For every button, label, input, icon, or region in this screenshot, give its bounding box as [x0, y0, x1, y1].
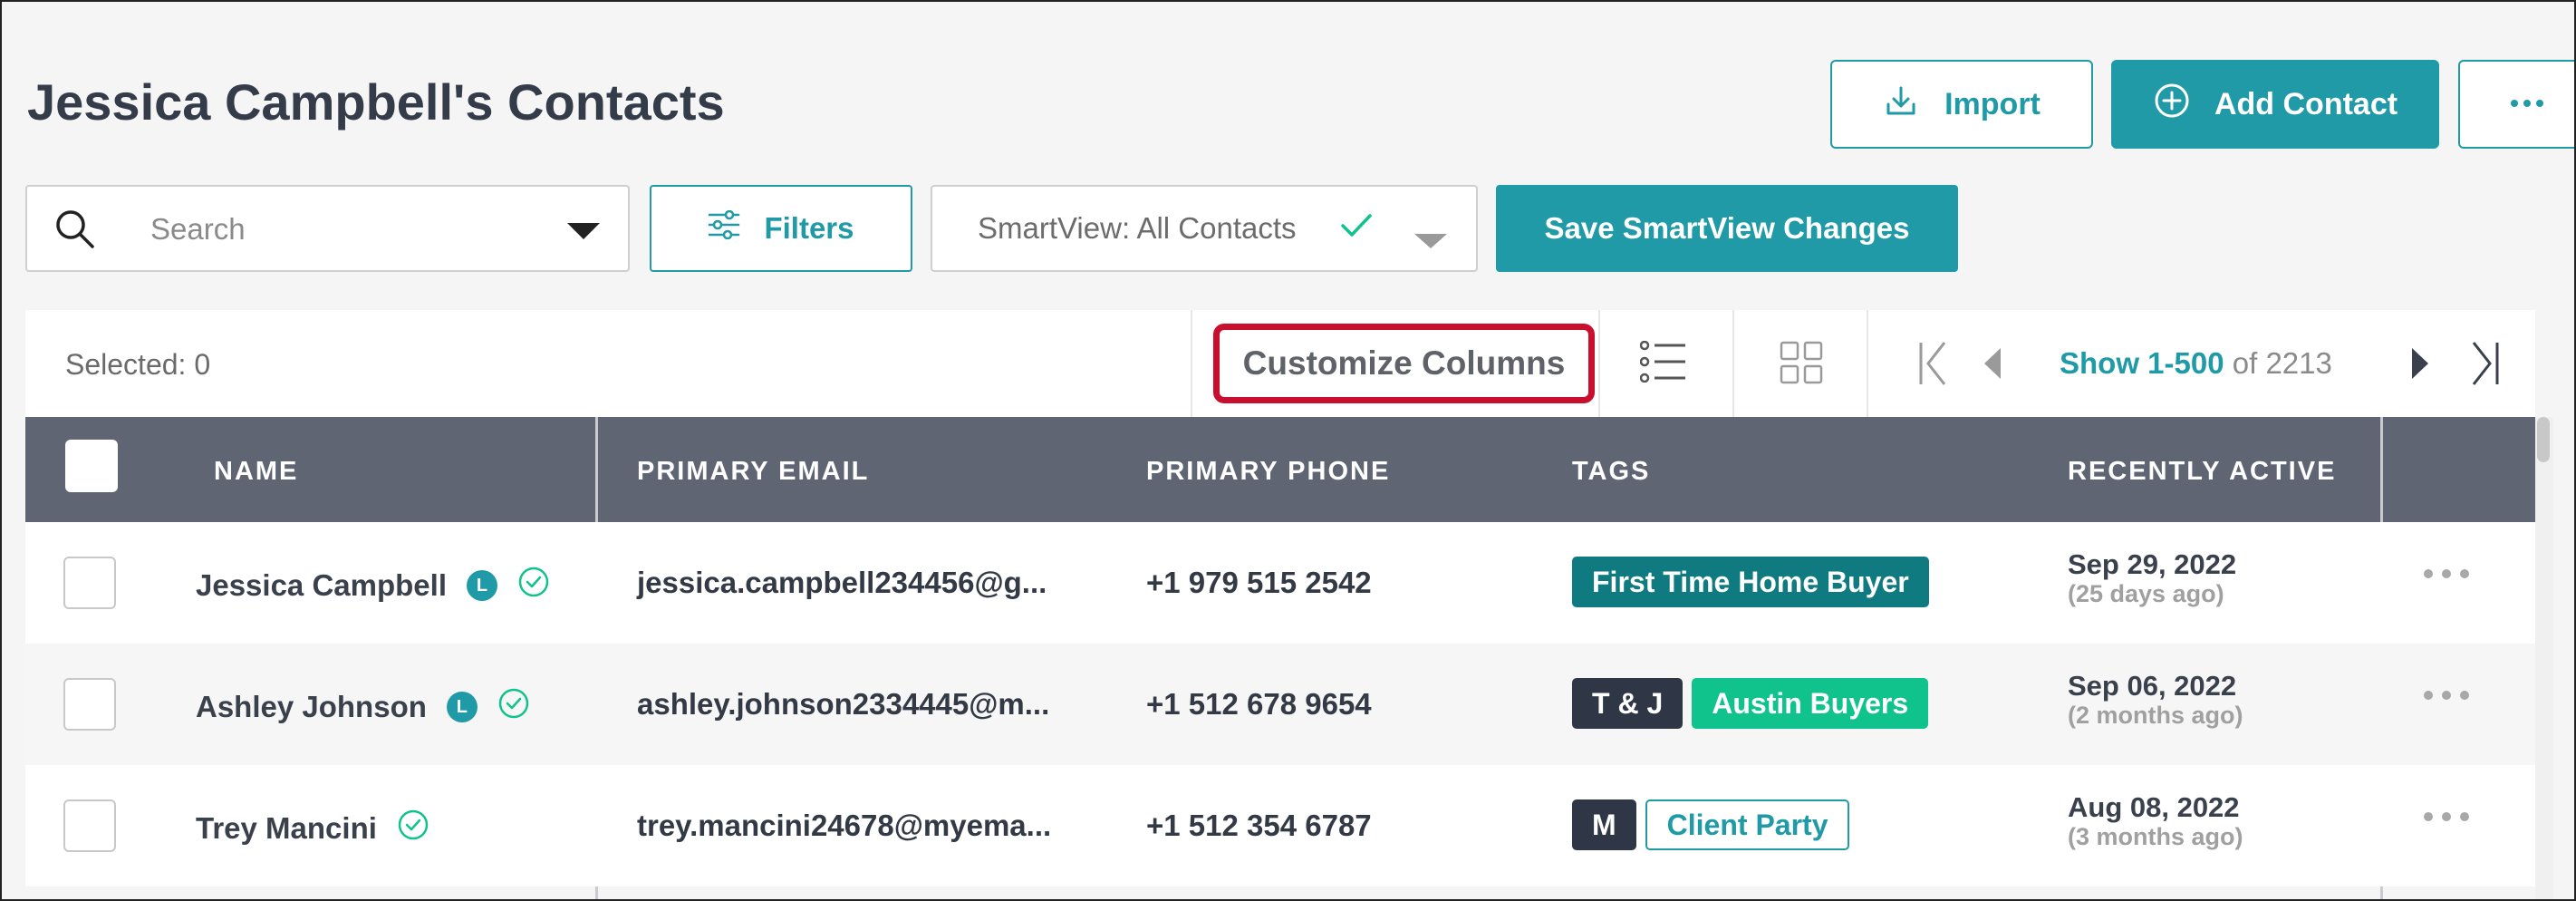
row-checkbox[interactable] — [63, 678, 116, 731]
table-body: Jessica Campbell Ljessica.campbell234456@… — [25, 522, 2535, 899]
recently-active-cell: Sep 29, 2022 (25 days ago) — [2068, 548, 2237, 608]
column-header-name[interactable]: NAME — [214, 457, 298, 487]
contact-email[interactable]: jessica.campbell234456@g... — [637, 566, 1047, 600]
last-page-icon[interactable] — [2468, 339, 2501, 392]
filter-sliders-icon — [708, 209, 740, 247]
filters-button[interactable]: Filters — [650, 185, 912, 272]
contact-tags: T & J Austin Buyers — [1572, 678, 1929, 729]
tag-badge[interactable]: T & J — [1572, 678, 1684, 729]
active-date: Sep 06, 2022 — [2068, 670, 2237, 702]
smartview-label: SmartView: All Contacts — [978, 211, 1297, 245]
save-smartview-label: Save SmartView Changes — [1544, 211, 1910, 245]
scroll-thumb[interactable] — [2537, 417, 2550, 462]
contact-name[interactable]: Ashley Johnson — [196, 690, 427, 724]
more-actions-button[interactable] — [2458, 60, 2574, 149]
search-icon — [53, 207, 98, 257]
row-actions-ellipsis-icon[interactable] — [2421, 567, 2472, 585]
select-all-checkbox[interactable] — [65, 440, 118, 492]
active-relative-time: (3 months ago) — [2068, 823, 2243, 850]
check-icon — [1340, 212, 1373, 247]
contact-phone[interactable]: +1 979 515 2542 — [1146, 566, 1372, 600]
customize-columns-button[interactable]: Customize Columns — [1213, 324, 1595, 403]
tag-badge[interactable]: M — [1572, 799, 1636, 850]
grid-view-icon[interactable] — [1780, 341, 1823, 389]
previous-page-icon[interactable] — [1981, 346, 2002, 385]
contact-name-cell[interactable]: Ashley Johnson L — [196, 687, 530, 727]
search-box — [25, 185, 630, 272]
chevron-down-icon — [1413, 223, 1449, 257]
table-row[interactable]: Trey Mancini trey.mancini24678@myema... +1… — [25, 765, 2535, 886]
table-toolbar: Selected: 0 Customize Columns Show 1-500… — [25, 310, 2535, 417]
toolbar-divider — [1598, 310, 1600, 417]
contact-tags: M Client Party — [1572, 799, 1850, 850]
tag-badge[interactable]: Austin Buyers — [1692, 678, 1929, 729]
list-view-icon[interactable] — [1639, 340, 1687, 387]
recently-active-cell: Aug 08, 2022 (3 months ago) — [2068, 791, 2243, 851]
table-row[interactable]: Ashley Johnson Lashley.johnson2334445@m..… — [25, 644, 2535, 765]
row-actions-ellipsis-icon[interactable] — [2421, 689, 2472, 706]
ellipsis-icon — [2509, 96, 2545, 112]
contact-phone[interactable]: +1 512 678 9654 — [1146, 687, 1372, 722]
tag-badge[interactable]: Client Party — [1645, 799, 1850, 850]
contact-email[interactable]: trey.mancini24678@myema... — [637, 809, 1051, 843]
page-title: Jessica Campbell's Contacts — [27, 73, 725, 131]
column-header-email[interactable]: PRIMARY EMAIL — [637, 457, 869, 487]
contact-name[interactable]: Trey Mancini — [196, 811, 377, 846]
plus-circle-icon — [2153, 82, 2191, 128]
lead-badge: L — [467, 570, 497, 601]
lead-badge: L — [446, 692, 478, 722]
row-checkbox[interactable] — [63, 557, 116, 609]
recently-active-cell: Sep 06, 2022 (2 months ago) — [2068, 670, 2243, 730]
toolbar-divider — [1732, 310, 1734, 417]
import-button[interactable]: Import — [1830, 60, 2093, 149]
tag-badge[interactable]: First Time Home Buyer — [1572, 557, 1929, 607]
add-contact-label: Add Contact — [2214, 86, 2398, 121]
first-page-icon[interactable] — [1917, 339, 1950, 392]
import-label: Import — [1944, 86, 2041, 121]
verified-check-icon — [497, 687, 530, 727]
dropdown-icon[interactable] — [565, 221, 602, 246]
vertical-scrollbar[interactable] — [2535, 417, 2553, 899]
contacts-page: Jessica Campbell's Contacts Import Add C… — [0, 0, 2576, 901]
pager-total: of 2213 — [2232, 346, 2332, 380]
verified-check-icon — [397, 809, 429, 848]
row-actions-ellipsis-icon[interactable] — [2421, 810, 2472, 828]
filters-label: Filters — [764, 211, 854, 245]
search-input[interactable] — [149, 208, 551, 250]
next-page-icon[interactable] — [2410, 346, 2432, 385]
active-relative-time: (2 months ago) — [2068, 702, 2243, 729]
column-header-phone[interactable]: PRIMARY PHONE — [1146, 457, 1390, 487]
table-row[interactable]: Jessica Campbell Ljessica.campbell234456@… — [25, 522, 2535, 644]
contact-phone[interactable]: +1 512 354 6787 — [1146, 809, 1372, 843]
table-header: NAME PRIMARY EMAIL PRIMARY PHONE TAGS RE… — [25, 417, 2535, 899]
pager-range: Show 1-500 — [2060, 346, 2224, 380]
add-contact-button[interactable]: Add Contact — [2111, 60, 2439, 149]
active-date: Sep 29, 2022 — [2068, 548, 2237, 580]
selected-count: Selected: 0 — [65, 348, 211, 381]
save-smartview-button[interactable]: Save SmartView Changes — [1496, 185, 1958, 272]
active-relative-time: (25 days ago) — [2068, 580, 2224, 607]
contact-email[interactable]: ashley.johnson2334445@m... — [637, 687, 1049, 722]
toolbar-divider — [1191, 310, 1192, 417]
column-header-tags[interactable]: TAGS — [1572, 457, 1650, 487]
row-checkbox[interactable] — [63, 799, 116, 852]
verified-check-icon — [517, 566, 550, 606]
contact-name-cell[interactable]: Jessica Campbell L — [196, 566, 550, 606]
toolbar-divider — [1867, 310, 1868, 417]
contact-name[interactable]: Jessica Campbell — [196, 568, 447, 603]
contact-tags: First Time Home Buyer — [1572, 557, 1929, 607]
import-icon — [1883, 82, 1919, 127]
contact-name-cell[interactable]: Trey Mancini — [196, 809, 429, 848]
smartview-select[interactable]: SmartView: All Contacts — [931, 185, 1478, 272]
pager-info: Show 1-500 of 2213 — [2060, 346, 2332, 381]
active-date: Aug 08, 2022 — [2068, 791, 2240, 823]
column-header-recently-active[interactable]: RECENTLY ACTIVE — [2068, 457, 2336, 487]
